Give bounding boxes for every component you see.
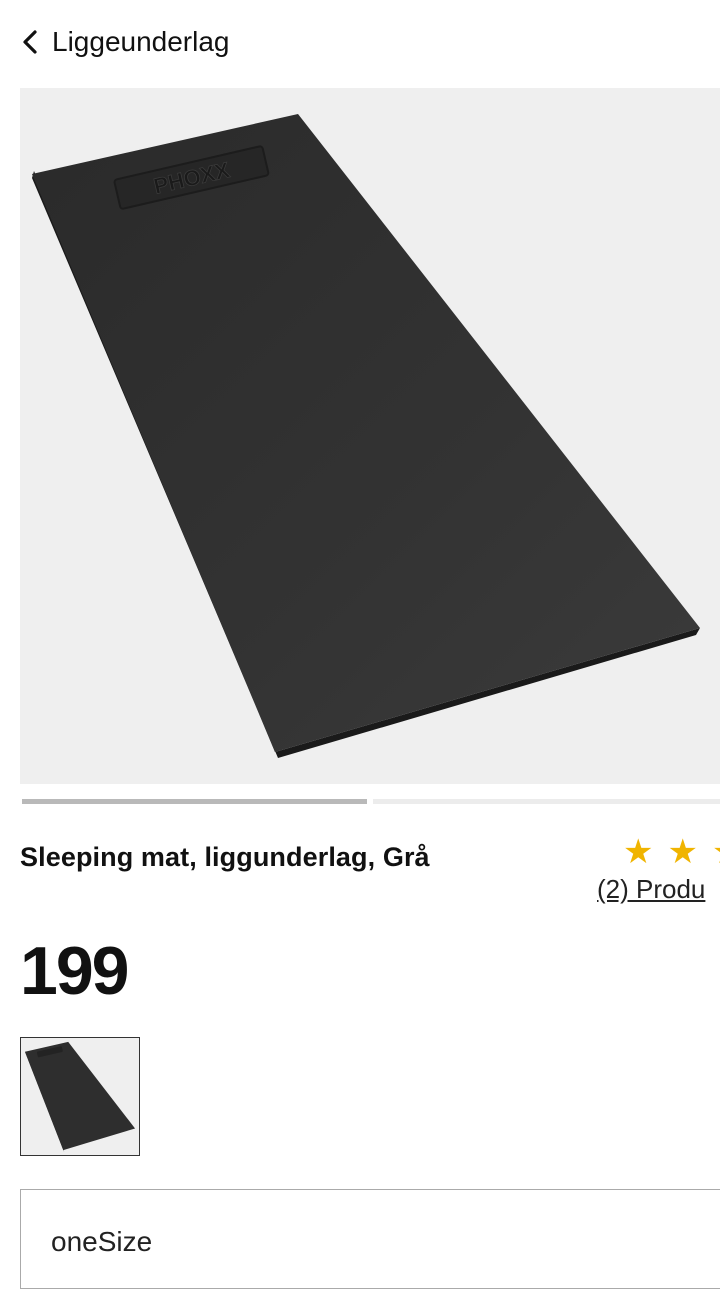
price: 199 [20,933,129,1009]
product-title: Sleeping mat, liggunderlag, Grå [20,842,430,872]
rating[interactable]: ★ ★ ★ (2) Produ [597,834,720,904]
product-image[interactable]: PHOXX [20,88,720,784]
thumbnail-1[interactable] [20,1037,140,1156]
back-button[interactable]: Liggeunderlag [20,22,230,62]
size-selector[interactable]: oneSize [20,1189,720,1289]
star-icon: ★ [667,833,698,871]
sleeping-mat-thumbnail [24,1041,136,1153]
chevron-left-icon [23,30,37,54]
page-header: Liggeunderlag [0,0,720,86]
rating-stars: ★ ★ ★ [623,834,720,870]
star-icon: ★ [623,833,654,871]
gallery-progress-current [22,799,367,804]
star-icon: ★ [712,834,720,870]
sleeping-mat-image: PHOXX [32,114,700,758]
back-label: Liggeunderlag [52,26,230,57]
reviews-link[interactable]: (2) Produ [597,874,705,905]
gallery-progress [22,799,720,804]
gallery-progress-remaining [373,799,720,804]
size-value: oneSize [51,1226,153,1257]
